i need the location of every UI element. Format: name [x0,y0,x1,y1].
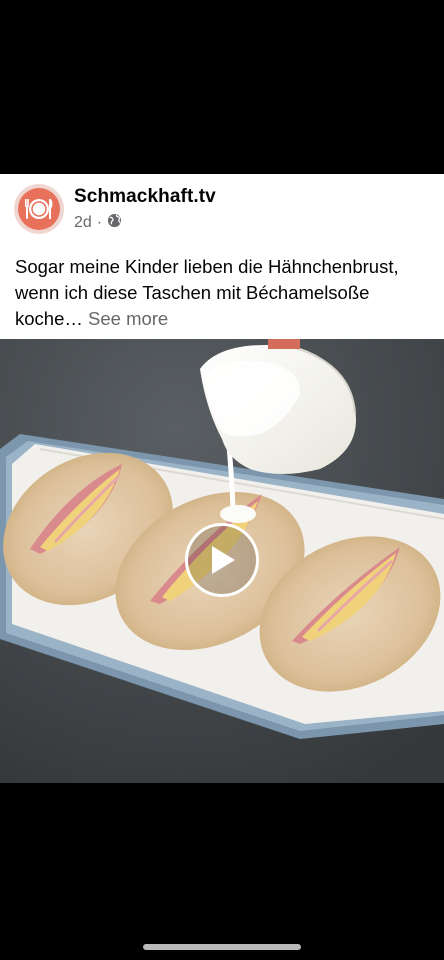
plate-logo-icon [18,188,60,230]
play-icon [212,546,235,574]
globe-icon[interactable] [107,213,122,233]
play-button[interactable] [185,523,259,597]
caption-text: Sogar meine Kinder lieben die Hähnchenbr… [15,256,399,329]
page-name[interactable]: Schmackhaft.tv [74,186,216,208]
page-avatar[interactable] [14,184,64,234]
post-meta: 2d · [74,213,122,233]
video-thumbnail[interactable] [0,339,444,783]
post-card: Schmackhaft.tv 2d · Sogar meine Kinder l… [0,174,444,339]
separator-dot: · [96,214,103,231]
home-indicator[interactable] [143,944,301,950]
post-caption: Sogar meine Kinder lieben die Hähnchenbr… [15,254,435,332]
see-more-link[interactable]: See more [88,308,168,329]
post-time[interactable]: 2d [74,214,92,232]
